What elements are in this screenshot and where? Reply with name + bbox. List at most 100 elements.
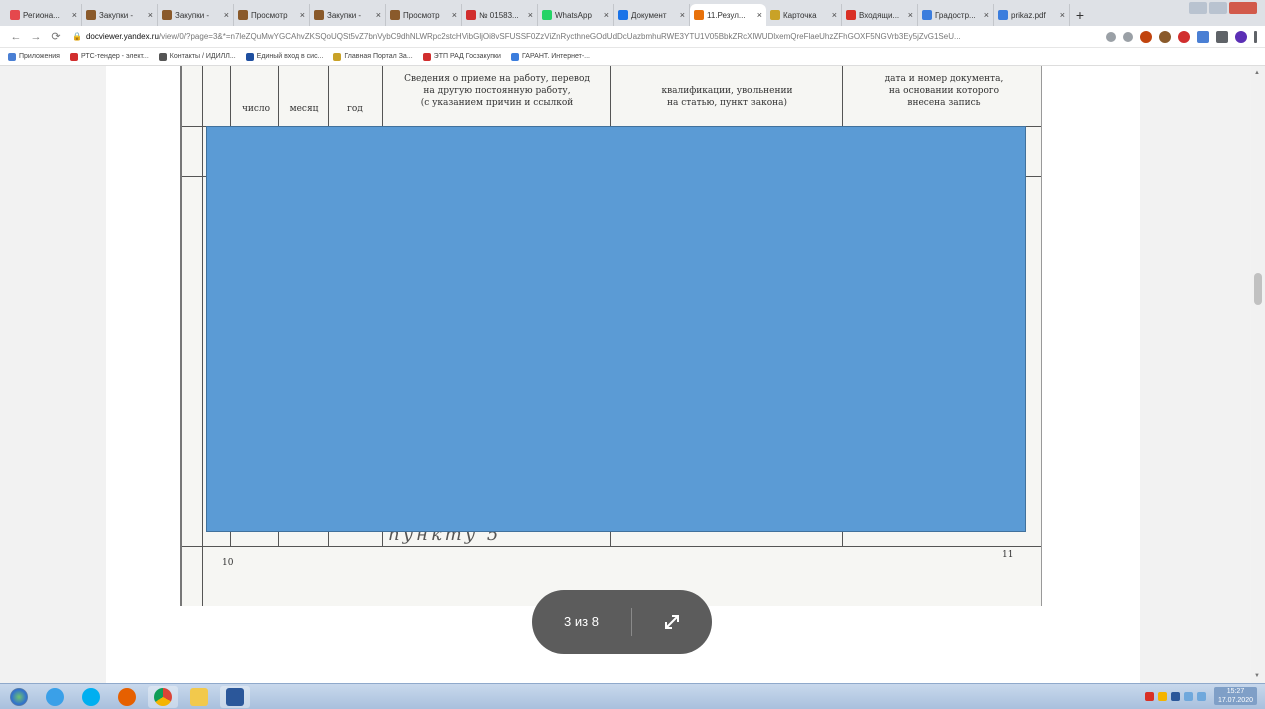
document-viewer: число месяц год Сведения о приеме на раб…	[0, 66, 1265, 683]
browser-tab[interactable]: Просмотр ×	[234, 4, 310, 26]
tab-close-icon[interactable]: ×	[300, 10, 305, 20]
tab-close-icon[interactable]: ×	[757, 10, 762, 20]
tab-close-icon[interactable]: ×	[72, 10, 77, 20]
bookmark-item[interactable]: Контакты / ИДИЛЛ...	[158, 52, 236, 61]
header-info-line3: (с указанием причин и ссылкой	[420, 98, 574, 108]
clock[interactable]: 15:27 17.07.2020	[1213, 687, 1257, 705]
header-basis-line3: внесена запись	[907, 98, 981, 108]
taskbar-chrome[interactable]	[148, 685, 178, 708]
browser-tab[interactable]: Градостр... ×	[918, 4, 994, 26]
browser-tab-strip: Региона... × Закупки - × Закупки - × Просмотр ×…	[0, 0, 1265, 26]
tab-close-icon[interactable]: ×	[528, 10, 533, 20]
zoom-icon[interactable]	[1106, 31, 1116, 42]
forward-arrow-icon[interactable]: →	[28, 31, 44, 43]
bookmark-label: РТС-тендер - элект...	[80, 53, 149, 60]
bookmark-favicon-icon	[158, 52, 167, 61]
expand-button[interactable]	[632, 611, 712, 633]
scrollbar-thumb[interactable]	[1254, 273, 1262, 305]
bookmark-favicon-icon	[422, 52, 431, 61]
tab-favicon-icon	[770, 10, 780, 20]
tray-icon[interactable]	[1170, 691, 1180, 701]
tab-close-icon[interactable]: ×	[452, 10, 457, 20]
scroll-up-icon[interactable]: ▲	[1254, 70, 1260, 76]
close-button[interactable]	[1229, 2, 1257, 14]
taskbar-skype[interactable]	[76, 686, 106, 708]
browser-tab[interactable]: Документ ×	[614, 4, 690, 26]
menu-dots-icon[interactable]	[1254, 30, 1257, 43]
browser-tab[interactable]: prikaz.pdf ×	[994, 4, 1070, 26]
address-bar[interactable]: 🔒 docviewer.yandex.ru /view/0/?page=3&*=…	[72, 29, 1091, 45]
avatar[interactable]	[1235, 30, 1247, 43]
bookmark-item[interactable]: Приложения	[8, 52, 60, 61]
browser-tab[interactable]: Закупки - ×	[158, 4, 234, 26]
browser-tab[interactable]: № 01583... ×	[462, 4, 538, 26]
browser-tab[interactable]: Закупки - ×	[82, 4, 158, 26]
tab-title: Просмотр	[403, 10, 440, 20]
browser-tab[interactable]: Просмотр ×	[386, 4, 462, 26]
reload-icon[interactable]: ⟳	[48, 30, 64, 43]
tab-close-icon[interactable]: ×	[908, 10, 913, 20]
redaction-box	[206, 126, 1026, 532]
bookmark-item[interactable]: ГАРАНТ. Интернет-...	[510, 52, 590, 61]
scroll-down-icon[interactable]: ▼	[1254, 673, 1260, 679]
puzzle-icon[interactable]	[1216, 30, 1228, 43]
extension-icon[interactable]	[1178, 30, 1190, 43]
tab-close-icon[interactable]: ×	[376, 10, 381, 20]
bookmark-label: Единый вход в сис...	[256, 53, 324, 60]
bookmark-label: Приложения	[19, 53, 60, 60]
tray-icon[interactable]	[1157, 691, 1167, 701]
browser-tab[interactable]: Региона... ×	[6, 4, 82, 26]
start-button[interactable]	[4, 686, 34, 708]
bookmark-item[interactable]: ЭТП РАД Госзакупки	[422, 52, 501, 61]
tab-close-icon[interactable]: ×	[148, 10, 153, 20]
bookmark-favicon-icon	[8, 52, 16, 61]
windows-taskbar: 15:27 17.07.2020	[0, 683, 1265, 709]
tab-title: Закупки -	[99, 10, 134, 20]
volume-icon[interactable]	[1196, 691, 1206, 701]
maximize-button[interactable]	[1209, 2, 1227, 14]
bookmark-item[interactable]: Главная Портал За...	[333, 52, 413, 61]
taskbar-word[interactable]	[220, 685, 250, 708]
tab-close-icon[interactable]: ×	[604, 10, 609, 20]
tab-title: Просмотр	[251, 10, 288, 20]
extension-icon[interactable]	[1140, 30, 1152, 43]
browser-tab[interactable]: WhatsApp ×	[538, 4, 614, 26]
header-qual-line2: на статью, пункт закона)	[667, 98, 787, 108]
browser-tab[interactable]: Входящи... ×	[842, 4, 918, 26]
tab-close-icon[interactable]: ×	[832, 10, 837, 20]
internet-explorer-icon	[46, 687, 64, 706]
taskbar-ie[interactable]	[40, 686, 70, 708]
vertical-scrollbar[interactable]: ▲ ▼	[1251, 66, 1265, 683]
tray-icon[interactable]	[1144, 691, 1154, 701]
tab-title: prikaz.pdf	[1011, 10, 1046, 20]
extension-icon[interactable]	[1197, 30, 1209, 43]
tab-close-icon[interactable]: ×	[680, 10, 685, 20]
network-icon[interactable]	[1183, 691, 1193, 701]
star-icon[interactable]	[1123, 31, 1133, 42]
tab-close-icon[interactable]: ×	[1060, 10, 1065, 20]
tab-close-icon[interactable]: ×	[984, 10, 989, 20]
bookmark-item[interactable]: Единый вход в сис...	[245, 52, 324, 61]
taskbar-explorer[interactable]	[184, 686, 214, 708]
back-arrow-icon[interactable]: ←	[8, 31, 24, 43]
bookmark-label: ГАРАНТ. Интернет-...	[521, 53, 590, 60]
bookmark-favicon-icon	[245, 52, 254, 61]
toolbar-icons	[1099, 30, 1257, 43]
page-number-right: 11	[1002, 550, 1014, 560]
browser-tab[interactable]: 11.Резул... ×	[690, 4, 766, 26]
url-path: /view/0/?page=3&*=n7leZQuMwYGCAhvZKSQoUQ…	[158, 32, 961, 41]
new-tab-button[interactable]: +	[1070, 4, 1090, 26]
bookmark-item[interactable]: РТС-тендер - элект...	[69, 52, 149, 61]
browser-tab[interactable]: Закупки - ×	[310, 4, 386, 26]
extension-icon[interactable]	[1159, 30, 1171, 43]
tab-favicon-icon	[542, 10, 552, 20]
minimize-button[interactable]	[1189, 2, 1207, 14]
taskbar-firefox[interactable]	[112, 686, 142, 708]
browser-tab[interactable]: Карточка ×	[766, 4, 842, 26]
tab-favicon-icon	[618, 10, 628, 20]
tab-title: № 01583...	[479, 10, 519, 20]
bookmark-favicon-icon	[333, 52, 342, 61]
header-month: месяц	[289, 104, 319, 114]
tab-close-icon[interactable]: ×	[224, 10, 229, 20]
word-icon	[226, 687, 244, 706]
